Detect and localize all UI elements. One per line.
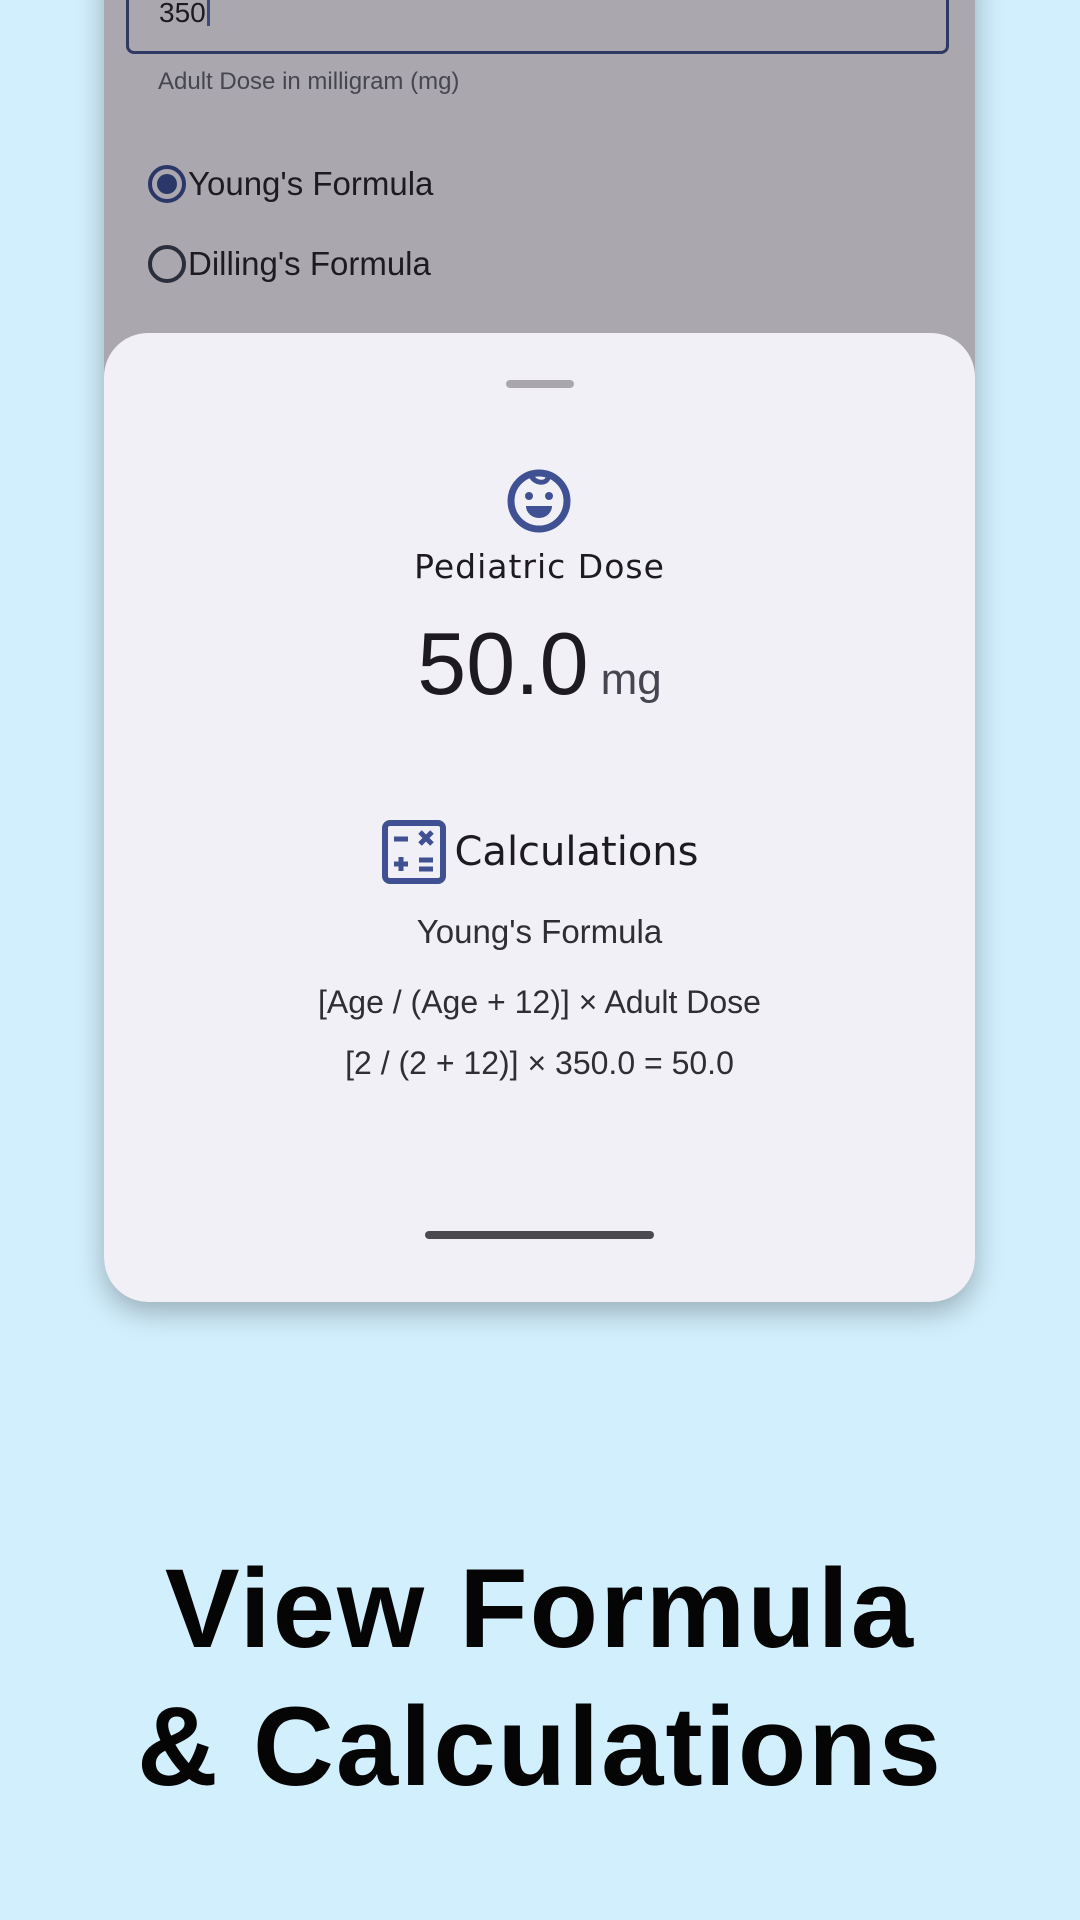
radio-dillings-formula[interactable]: Dilling's Formula <box>148 245 431 283</box>
calculator-icon <box>381 820 446 884</box>
pediatric-dose-title: Pediatric Dose <box>414 547 665 586</box>
text-cursor <box>206 0 210 26</box>
radio-label: Young's Formula <box>188 165 434 202</box>
adult-dose-support-text: Adult Dose in milligram (mg) <box>158 68 460 95</box>
radio-youngs-formula[interactable]: Young's Formula <box>148 165 433 203</box>
caption-line-1: View Formula <box>164 1546 916 1671</box>
dose-result: 50.0 mg <box>104 613 975 715</box>
adult-dose-value: 350 <box>159 0 210 29</box>
radio-button-checked[interactable] <box>148 165 186 203</box>
calculations-header: Calculations <box>104 819 975 885</box>
caption-line-2: & Calculations <box>137 1684 943 1809</box>
radio-label: Dilling's Formula <box>188 245 431 282</box>
promo-caption: View Formula & Calculations <box>0 1540 1080 1816</box>
formula-result: [2 / (2 + 12)] × 350.0 = 50.0 <box>345 1045 734 1081</box>
formula-name: Young's Formula <box>416 913 663 950</box>
drag-handle[interactable] <box>506 380 574 388</box>
adult-dose-input[interactable]: 350 <box>126 0 949 54</box>
formula-expression: [Age / (Age + 12)] × Adult Dose <box>318 984 761 1020</box>
calculations-title: Calculations <box>454 829 699 875</box>
baby-face-icon <box>507 469 571 533</box>
radio-button-unchecked[interactable] <box>148 245 186 283</box>
gesture-home-bar[interactable] <box>425 1231 654 1239</box>
result-bottom-sheet: Pediatric Dose 50.0 mg Calculations Young… <box>104 333 975 1302</box>
dose-value: 50.0 <box>417 614 589 713</box>
phone-screen: 350 Adult Dose in milligram (mg) Young's… <box>104 0 975 1302</box>
dose-unit: mg <box>600 655 662 704</box>
